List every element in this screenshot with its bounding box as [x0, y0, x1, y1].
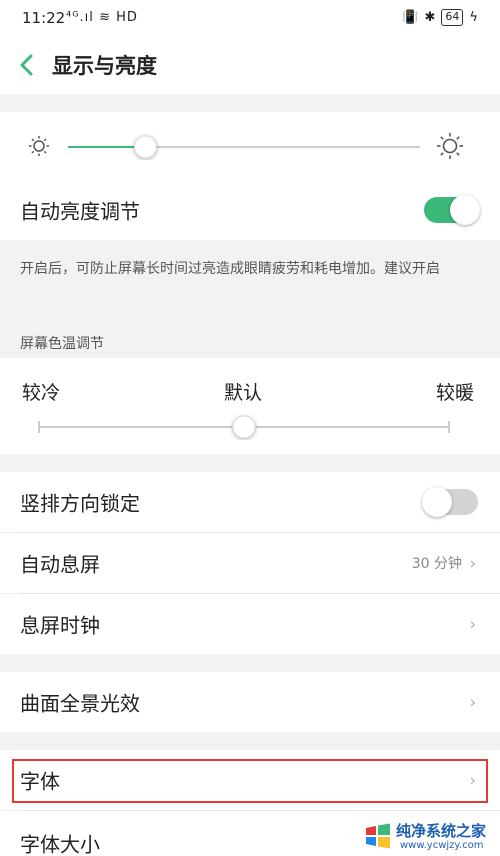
- status-right: 📳 ✱ 64 ϟ: [402, 9, 478, 26]
- windows-logo-icon: [366, 823, 390, 849]
- watermark-url: www.ycwjzy.com: [400, 840, 484, 851]
- auto-brightness-row[interactable]: 自动亮度调节: [0, 180, 500, 240]
- page-header: 显示与亮度: [0, 36, 500, 94]
- watermark: 纯净系统之家 www.ycwjzy.com: [360, 816, 500, 856]
- color-temp-default-label: 默认: [224, 382, 263, 404]
- auto-brightness-toggle[interactable]: [424, 195, 480, 225]
- auto-brightness-note: 开启后，可防止屏幕长时间过亮造成眼睛疲劳和耗电增加。建议开启: [20, 261, 440, 277]
- orientation-lock-row[interactable]: 竖排方向锁定: [0, 472, 500, 532]
- screen-timeout-label: 自动息屏: [20, 552, 100, 577]
- brightness-slider[interactable]: [68, 134, 428, 160]
- section-gap: [0, 654, 500, 672]
- curved-edge-row[interactable]: 曲面全景光效 ›: [0, 672, 500, 732]
- screen-off-clock-label: 息屏时钟: [20, 613, 100, 638]
- curved-edge-label: 曲面全景光效: [20, 691, 140, 716]
- hd-badge: HD: [116, 10, 138, 25]
- highlight-box: [12, 759, 488, 803]
- page-title: 显示与亮度: [52, 54, 157, 78]
- signal-icon: ⁴ᴳ.ıl ≋ HD: [66, 10, 138, 25]
- vibrate-icon: 📳: [402, 10, 419, 25]
- color-temp-warm-label: 较暖: [435, 382, 474, 404]
- font-size-label: 字体大小: [20, 832, 100, 856]
- color-temp-slider[interactable]: [36, 414, 454, 440]
- brightness-low-icon: [29, 136, 49, 156]
- chevron-right-icon: ›: [469, 614, 476, 634]
- chevron-right-icon: ›: [469, 553, 476, 573]
- chevron-right-icon: ›: [469, 692, 476, 712]
- screen-timeout-row[interactable]: 自动息屏 30 分钟 ›: [0, 533, 500, 593]
- status-bar: 11:22 ⁴ᴳ.ıl ≋ HD 📳 ✱ 64 ϟ: [0, 0, 500, 36]
- color-temp-card: 较冷 默认 较暖: [0, 358, 500, 454]
- color-temp-section-title: 屏幕色温调节: [20, 336, 104, 352]
- auto-brightness-label: 自动亮度调节: [20, 199, 140, 224]
- wifi-icon: ≋: [99, 10, 111, 25]
- brightness-card: 自动亮度调节: [0, 112, 500, 240]
- orientation-lock-label: 竖排方向锁定: [20, 491, 140, 516]
- screen-off-clock-row[interactable]: 息屏时钟 ›: [0, 594, 500, 654]
- back-arrow-icon[interactable]: [14, 50, 40, 80]
- section-gap: [0, 454, 500, 472]
- section-gap: [0, 732, 500, 750]
- orientation-lock-toggle[interactable]: [422, 487, 478, 517]
- status-time: 11:22: [22, 9, 66, 27]
- bluetooth-icon: ✱: [424, 10, 436, 25]
- brightness-high-icon: [437, 133, 463, 159]
- screen-timeout-value: 30 分钟: [411, 556, 462, 572]
- charging-icon: ϟ: [469, 10, 478, 25]
- section-gap: [0, 94, 500, 112]
- watermark-title: 纯净系统之家: [396, 822, 487, 840]
- toggle-knob: [422, 487, 452, 517]
- color-temp-cool-label: 较冷: [22, 382, 61, 404]
- toggle-knob: [450, 195, 480, 225]
- battery-icon: 64: [441, 9, 464, 26]
